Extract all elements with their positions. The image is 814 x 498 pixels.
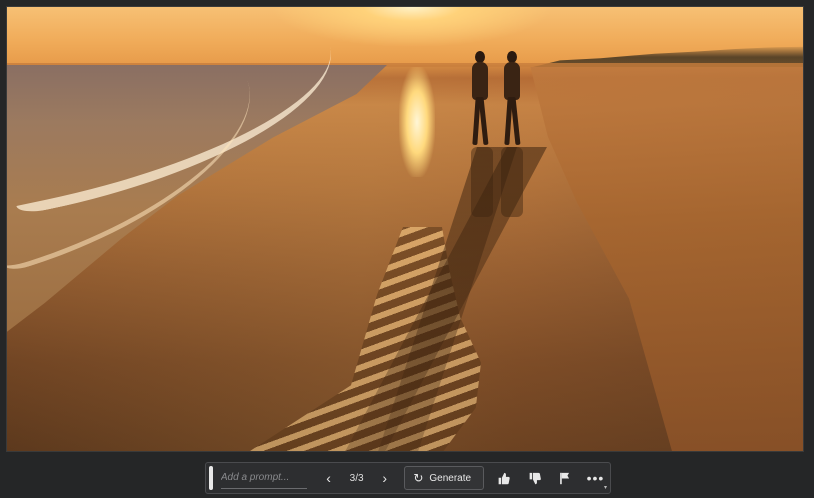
leg <box>478 96 489 146</box>
person-silhouette <box>469 51 491 146</box>
generate-button[interactable]: ↻ Generate <box>404 466 485 490</box>
variation-counter: 3/3 <box>349 472 364 484</box>
leg <box>510 96 521 146</box>
body <box>472 62 488 100</box>
caret-down-icon: ▾ <box>603 485 608 491</box>
app-frame: ‹ 3/3 › ↻ Generate ••• ▾ <box>0 0 814 498</box>
chevron-right-icon: › <box>382 470 387 486</box>
like-button[interactable] <box>488 466 519 490</box>
sun-reflection <box>399 67 435 177</box>
next-button[interactable]: › <box>375 466 394 490</box>
prompt-input[interactable] <box>220 467 307 489</box>
flag-icon <box>560 472 570 484</box>
person-reflection <box>471 147 493 217</box>
more-icon: ••• <box>586 470 605 486</box>
refresh-icon: ↻ <box>413 471 424 485</box>
dislike-button[interactable] <box>519 466 550 490</box>
thumbs-down-icon <box>529 472 541 484</box>
body <box>504 62 520 100</box>
chevron-left-icon: ‹ <box>326 470 331 486</box>
person-silhouette <box>501 51 523 146</box>
flag-button[interactable] <box>550 466 581 490</box>
more-options-button[interactable]: ••• ▾ <box>581 466 610 491</box>
generate-label: Generate <box>429 472 472 484</box>
thumbs-up-icon <box>498 472 510 484</box>
drag-handle[interactable] <box>209 466 213 490</box>
image-toolbar: ‹ 3/3 › ↻ Generate ••• ▾ <box>205 462 611 494</box>
previous-button[interactable]: ‹ <box>319 466 338 490</box>
person-reflection <box>501 147 523 217</box>
generated-image <box>6 6 804 452</box>
